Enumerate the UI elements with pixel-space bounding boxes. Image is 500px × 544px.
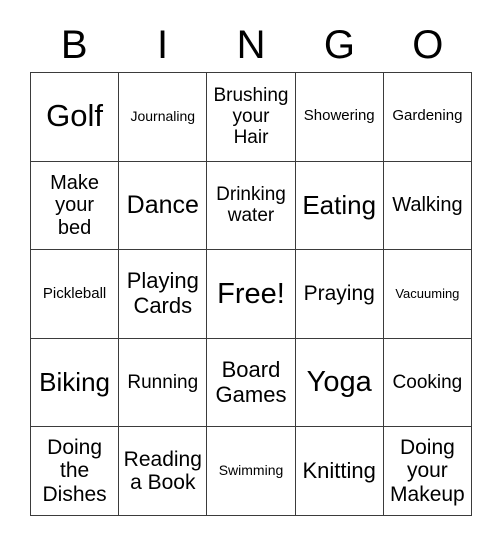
bingo-cell-g1[interactable]: Showering — [295, 73, 384, 162]
bingo-cell-n1[interactable]: Brushing your Hair — [207, 73, 296, 162]
bingo-cell-b1[interactable]: Golf — [31, 73, 120, 162]
bingo-cell-label: Running — [127, 371, 199, 393]
bingo-cell-label: Reading a Book — [123, 447, 202, 495]
bingo-cell-free-space[interactable]: Free! — [207, 250, 296, 339]
bingo-cell-label: Walking — [392, 194, 463, 217]
bingo-cell-b5[interactable]: Doing the Dishes — [31, 427, 120, 516]
bingo-cell-o4[interactable]: Cooking — [383, 338, 472, 428]
bingo-cell-label: Praying — [303, 282, 375, 306]
bingo-cell-o2[interactable]: Walking — [383, 161, 472, 251]
bingo-cell-label: Eating — [302, 189, 377, 220]
bingo-cell-label: Dance — [126, 191, 199, 220]
bingo-cell-i1[interactable]: Journaling — [119, 73, 208, 162]
bingo-cell-label: Vacuuming — [395, 285, 460, 301]
bingo-cell-g2[interactable]: Eating — [295, 161, 384, 251]
bingo-cell-label: Drinking water — [216, 184, 286, 227]
bingo-cell-b2[interactable]: Make your bed — [31, 161, 120, 251]
bingo-cell-o1[interactable]: Gardening — [383, 73, 472, 162]
bingo-cell-i5[interactable]: Reading a Book — [119, 427, 208, 516]
bingo-card: B I N G O Golf Journaling Brushing your … — [0, 0, 500, 544]
bingo-cell-label: Free! — [217, 277, 285, 310]
bingo-cell-label: Playing Cards — [126, 268, 199, 318]
bingo-cell-o5[interactable]: Doing your Makeup — [383, 427, 472, 516]
bingo-header-letter-g: G — [323, 23, 355, 67]
bingo-cell-i3[interactable]: Playing Cards — [119, 250, 208, 339]
bingo-cell-label: Swimming — [218, 462, 284, 479]
bingo-cell-b3[interactable]: Pickleball — [31, 250, 120, 339]
bingo-cell-o3[interactable]: Vacuuming — [383, 250, 472, 339]
bingo-cell-label: Biking — [39, 367, 110, 398]
bingo-cell-label: Showering — [303, 107, 375, 125]
bingo-cell-label: Board Games — [215, 356, 287, 407]
bingo-cell-label: Yoga — [306, 366, 372, 399]
bingo-grid: Golf Journaling Brushing your Hair Showe… — [30, 72, 472, 516]
bingo-header-letter-n: N — [236, 23, 266, 67]
bingo-cell-label: Cooking — [392, 371, 463, 393]
bingo-header-row: B I N G O — [30, 18, 472, 72]
bingo-cell-i4[interactable]: Running — [119, 338, 208, 428]
bingo-cell-g3[interactable]: Praying — [295, 250, 384, 339]
bingo-cell-label: Pickleball — [42, 284, 107, 302]
bingo-header-letter-b: B — [60, 23, 88, 67]
bingo-cell-label: Golf — [46, 98, 104, 134]
bingo-cell-label: Gardening — [392, 107, 463, 125]
bingo-cell-b4[interactable]: Biking — [31, 338, 120, 428]
bingo-header-letter-i: I — [157, 23, 169, 67]
bingo-cell-n2[interactable]: Drinking water — [207, 161, 296, 251]
bingo-cell-g5[interactable]: Knitting — [295, 427, 384, 516]
bingo-cell-i2[interactable]: Dance — [119, 161, 208, 251]
bingo-cell-g4[interactable]: Yoga — [295, 338, 384, 428]
bingo-cell-n5[interactable]: Swimming — [207, 427, 296, 516]
bingo-cell-label: Doing your Makeup — [390, 435, 465, 506]
bingo-header-letter-o: O — [412, 23, 444, 67]
bingo-cell-label: Doing the Dishes — [42, 435, 107, 506]
bingo-cell-n4[interactable]: Board Games — [207, 338, 296, 428]
bingo-cell-label: Make your bed — [50, 171, 100, 239]
bingo-cell-label: Knitting — [302, 457, 376, 483]
bingo-cell-label: Brushing your Hair — [213, 84, 289, 149]
bingo-cell-label: Journaling — [130, 107, 196, 124]
